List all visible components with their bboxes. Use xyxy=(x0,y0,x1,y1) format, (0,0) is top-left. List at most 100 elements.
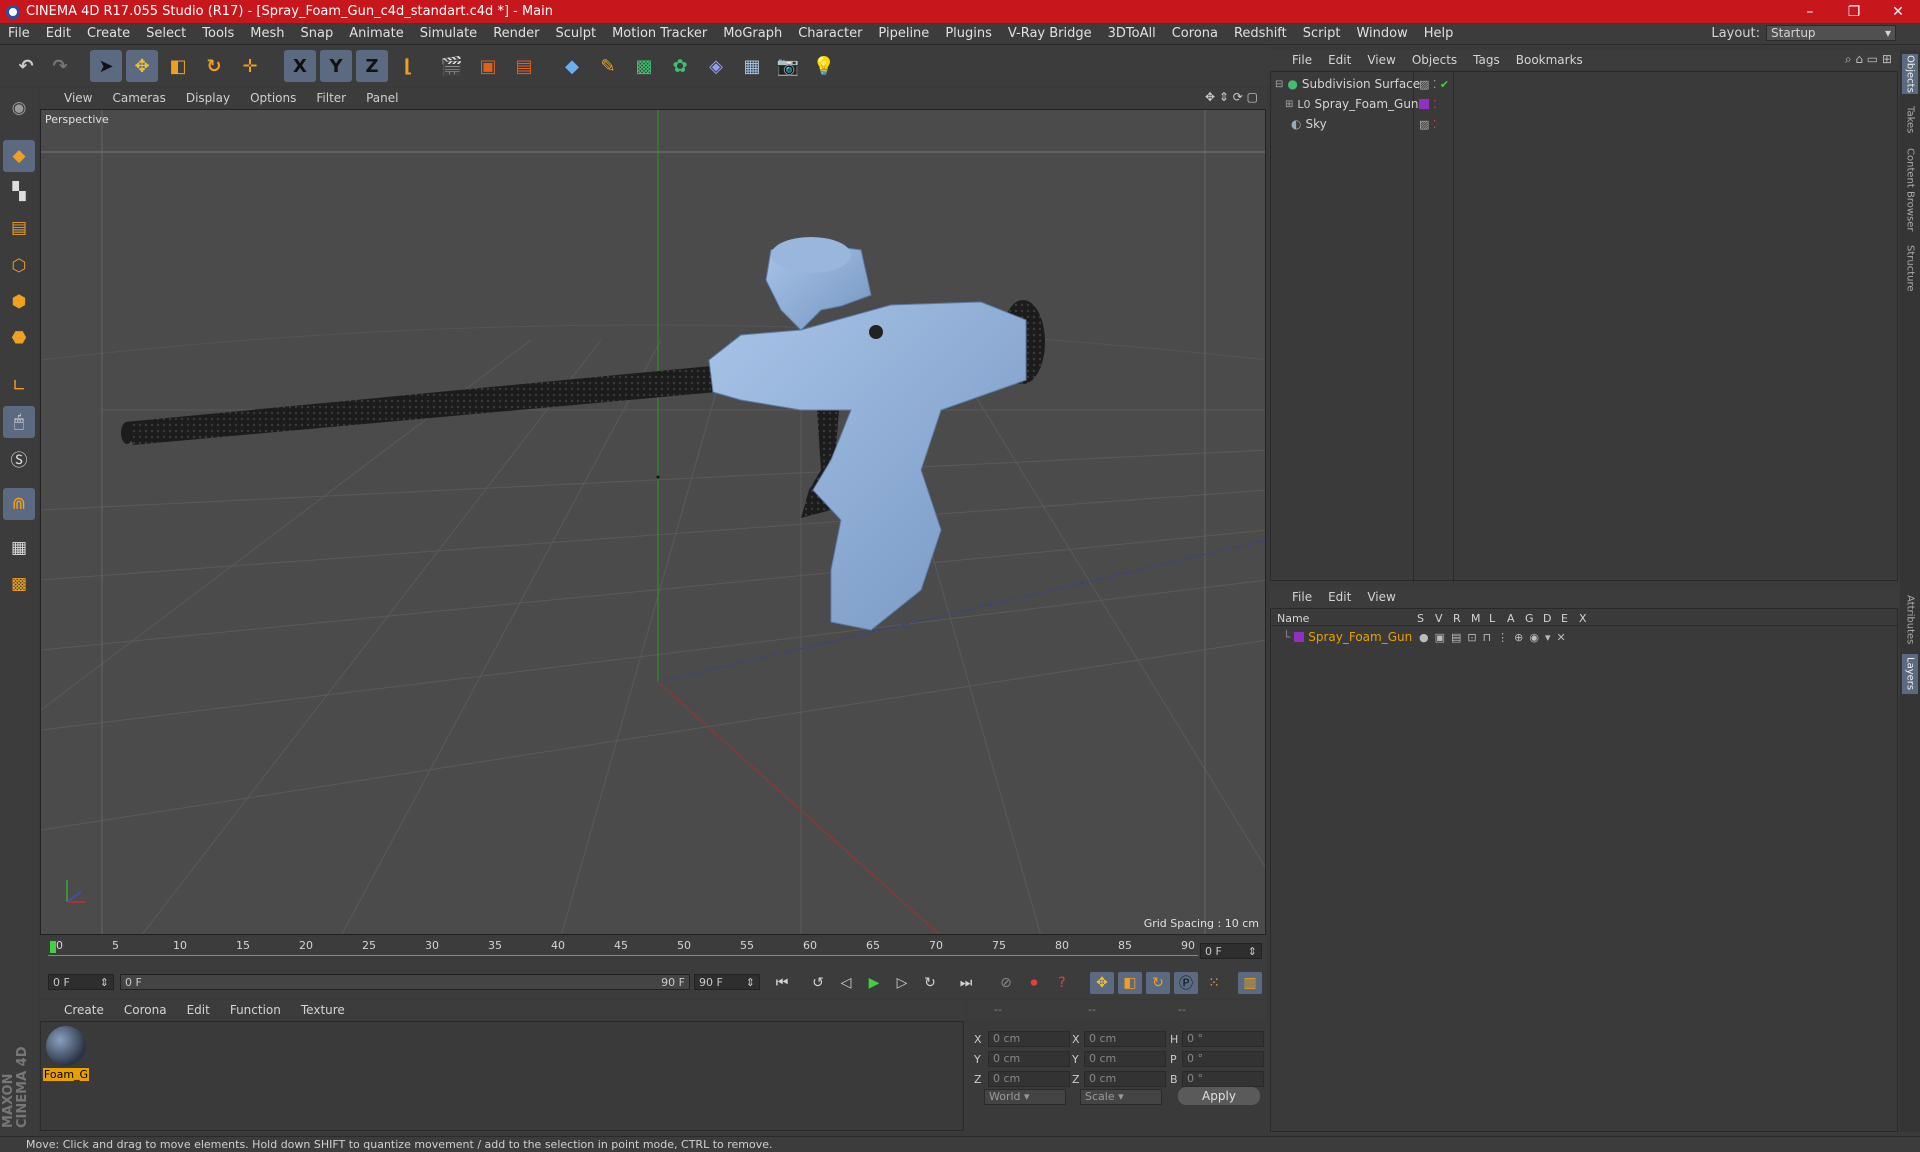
object-menu-view[interactable]: View xyxy=(1359,53,1403,67)
polygons-mode-icon[interactable]: ⬣ xyxy=(3,322,35,354)
apply-button[interactable]: Apply xyxy=(1178,1087,1260,1105)
menu-tools[interactable]: Tools xyxy=(194,26,242,41)
visibility-dots[interactable]: ⁚ xyxy=(1433,98,1437,111)
menu-vray-bridge[interactable]: V-Ray Bridge xyxy=(1000,26,1100,41)
tweak-mode-icon[interactable]: 🖱 xyxy=(3,406,35,438)
menu-select[interactable]: Select xyxy=(138,26,194,41)
axis-y-toggle[interactable]: Y xyxy=(320,50,352,82)
axis-z-toggle[interactable]: Z xyxy=(356,50,388,82)
workplane-mode-icon[interactable]: ▤ xyxy=(3,212,35,244)
menu-script[interactable]: Script xyxy=(1295,26,1349,41)
key-point-level-icon[interactable]: ⁙ xyxy=(1202,972,1226,994)
menu-simulate[interactable]: Simulate xyxy=(412,26,485,41)
object-row-subdivision[interactable]: ⊟ ● Subdivision Surface ▨ ⁚ ✔ xyxy=(1271,74,1899,94)
rotate-tool-icon[interactable]: ↻ xyxy=(198,50,230,82)
redo-icon[interactable]: ↷ xyxy=(44,50,76,82)
go-to-start-icon[interactable]: ⏮ xyxy=(770,972,794,994)
size-y-field[interactable]: 0 cm xyxy=(1084,1051,1166,1067)
edges-mode-icon[interactable]: ⬢ xyxy=(3,286,35,318)
layout-dropdown[interactable]: Startup ▾ xyxy=(1766,25,1896,41)
previous-frame-icon[interactable]: ◁ xyxy=(834,972,858,994)
end-frame-field[interactable]: 90 F ⇕ xyxy=(694,974,760,990)
play-icon[interactable]: ▶ xyxy=(862,972,886,994)
next-frame-icon[interactable]: ▷ xyxy=(890,972,914,994)
object-row-spray-foam-gun[interactable]: ⊞ L0 Spray_Foam_Gun ⁚ xyxy=(1271,94,1899,114)
restore-button[interactable]: ❐ xyxy=(1832,0,1876,23)
viewport-menu-view[interactable]: View xyxy=(54,91,102,105)
collapse-icon[interactable]: ⊟ xyxy=(1275,79,1283,90)
object-manager-nav-icons[interactable]: ⌕ ⌂ ▭ ⊞ xyxy=(1845,52,1892,67)
subdivision-nurbs-icon[interactable]: ▩ xyxy=(628,50,660,82)
layer-row-spray-foam-gun[interactable]: └ Spray_Foam_Gun ●▣▤⊡⊓⋮⊕◉▾✕ xyxy=(1271,627,1899,647)
tab-attributes[interactable]: Attributes xyxy=(1902,590,1918,650)
scale-tool-icon[interactable]: ◧ xyxy=(162,50,194,82)
texture-mode-icon[interactable]: ▚ xyxy=(3,176,35,208)
render-picture-viewer-icon[interactable]: ▣ xyxy=(472,50,504,82)
deformer-icon[interactable]: ◈ xyxy=(700,50,732,82)
perspective-viewport[interactable]: Perspective Grid Spacing : 10 cm xyxy=(40,109,1266,935)
spline-pen-icon[interactable]: ✎ xyxy=(592,50,624,82)
current-frame-field[interactable]: 0 F ⇕ xyxy=(1200,943,1262,959)
object-menu-bookmarks[interactable]: Bookmarks xyxy=(1508,53,1591,67)
menu-corona[interactable]: Corona xyxy=(1164,26,1226,41)
viewport-menu-options[interactable]: Options xyxy=(240,91,306,105)
material-menu-edit[interactable]: Edit xyxy=(177,1003,220,1017)
key-scale-icon[interactable]: ◧ xyxy=(1118,972,1142,994)
menu-mograph[interactable]: MoGraph xyxy=(715,26,790,41)
menu-character[interactable]: Character xyxy=(790,26,870,41)
tab-takes[interactable]: Takes xyxy=(1902,102,1918,138)
move-live-tool-icon[interactable]: ✛ xyxy=(234,50,266,82)
viewport-menu-panel[interactable]: Panel xyxy=(356,91,408,105)
snapping-icon[interactable]: Ⓢ xyxy=(3,442,35,474)
tab-content-browser[interactable]: Content Browser xyxy=(1902,146,1918,234)
position-x-field[interactable]: 0 cm xyxy=(988,1031,1070,1047)
select-arrow-icon[interactable]: ➤ xyxy=(90,50,122,82)
start-frame-field[interactable]: 0 F ⇕ xyxy=(48,974,114,990)
make-editable-icon[interactable]: ◉ xyxy=(3,92,35,124)
menu-mesh[interactable]: Mesh xyxy=(242,26,292,41)
undo-icon[interactable]: ↶ xyxy=(10,50,42,82)
rotation-b-field[interactable]: 0 ° xyxy=(1182,1071,1264,1087)
viewport-nav-icons[interactable]: ✥ ⇕ ⟳ ▢ xyxy=(1205,90,1258,104)
position-y-field[interactable]: 0 cm xyxy=(988,1051,1070,1067)
layer-color-swatch[interactable] xyxy=(1294,632,1305,642)
menu-render[interactable]: Render xyxy=(485,26,547,41)
menu-sculpt[interactable]: Sculpt xyxy=(547,26,604,41)
render-view-icon[interactable]: 🎬 xyxy=(436,50,468,82)
expand-icon[interactable]: ⊞ xyxy=(1285,99,1293,110)
menu-window[interactable]: Window xyxy=(1348,26,1415,41)
visibility-dots[interactable]: ▨ ⁚ xyxy=(1419,118,1436,131)
cube-primitive-icon[interactable]: ◆ xyxy=(556,50,588,82)
next-key-icon[interactable]: ↻ xyxy=(918,972,942,994)
object-menu-objects[interactable]: Objects xyxy=(1404,53,1465,67)
axis-x-toggle[interactable]: X xyxy=(284,50,316,82)
timeline-window-icon[interactable]: ▥ xyxy=(1238,972,1262,994)
key-parameter-icon[interactable]: Ⓟ xyxy=(1174,972,1198,994)
object-menu-edit[interactable]: Edit xyxy=(1320,53,1359,67)
rotation-p-field[interactable]: 0 ° xyxy=(1182,1051,1264,1067)
menu-motion-tracker[interactable]: Motion Tracker xyxy=(604,26,715,41)
layer-flag-icons[interactable]: ●▣▤⊡⊓⋮⊕◉▾✕ xyxy=(1419,631,1572,644)
coordinate-system-icon[interactable]: ⌊ xyxy=(392,50,424,82)
planar-workplane-icon[interactable]: ▩ xyxy=(3,568,35,600)
size-mode-dropdown[interactable]: Scale ▾ xyxy=(1080,1089,1162,1105)
visibility-dots[interactable]: ▨ ⁚ ✔ xyxy=(1419,78,1449,91)
size-x-field[interactable]: 0 cm xyxy=(1084,1031,1166,1047)
frame-range-slider[interactable]: 0 F 90 F xyxy=(120,974,690,990)
key-position-icon[interactable]: ✥ xyxy=(1090,972,1114,994)
position-z-field[interactable]: 0 cm xyxy=(988,1071,1070,1087)
layer-menu-edit[interactable]: Edit xyxy=(1320,590,1359,604)
autokey-icon[interactable]: ⏺ xyxy=(1022,972,1046,994)
axis-mode-icon[interactable]: ∟ xyxy=(3,370,35,402)
material-menu-texture[interactable]: Texture xyxy=(291,1003,355,1017)
viewport-menu-display[interactable]: Display xyxy=(176,91,240,105)
tab-objects[interactable]: Objects xyxy=(1902,54,1918,94)
model-mode-icon[interactable]: ◆ xyxy=(3,140,35,172)
material-menu-corona[interactable]: Corona xyxy=(114,1003,177,1017)
go-to-end-icon[interactable]: ⏭ xyxy=(954,972,978,994)
menu-help[interactable]: Help xyxy=(1416,26,1462,41)
menu-pipeline[interactable]: Pipeline xyxy=(870,26,937,41)
menu-plugins[interactable]: Plugins xyxy=(937,26,1000,41)
coordinate-space-dropdown[interactable]: World ▾ xyxy=(984,1089,1066,1105)
close-button[interactable]: ✕ xyxy=(1876,0,1920,23)
